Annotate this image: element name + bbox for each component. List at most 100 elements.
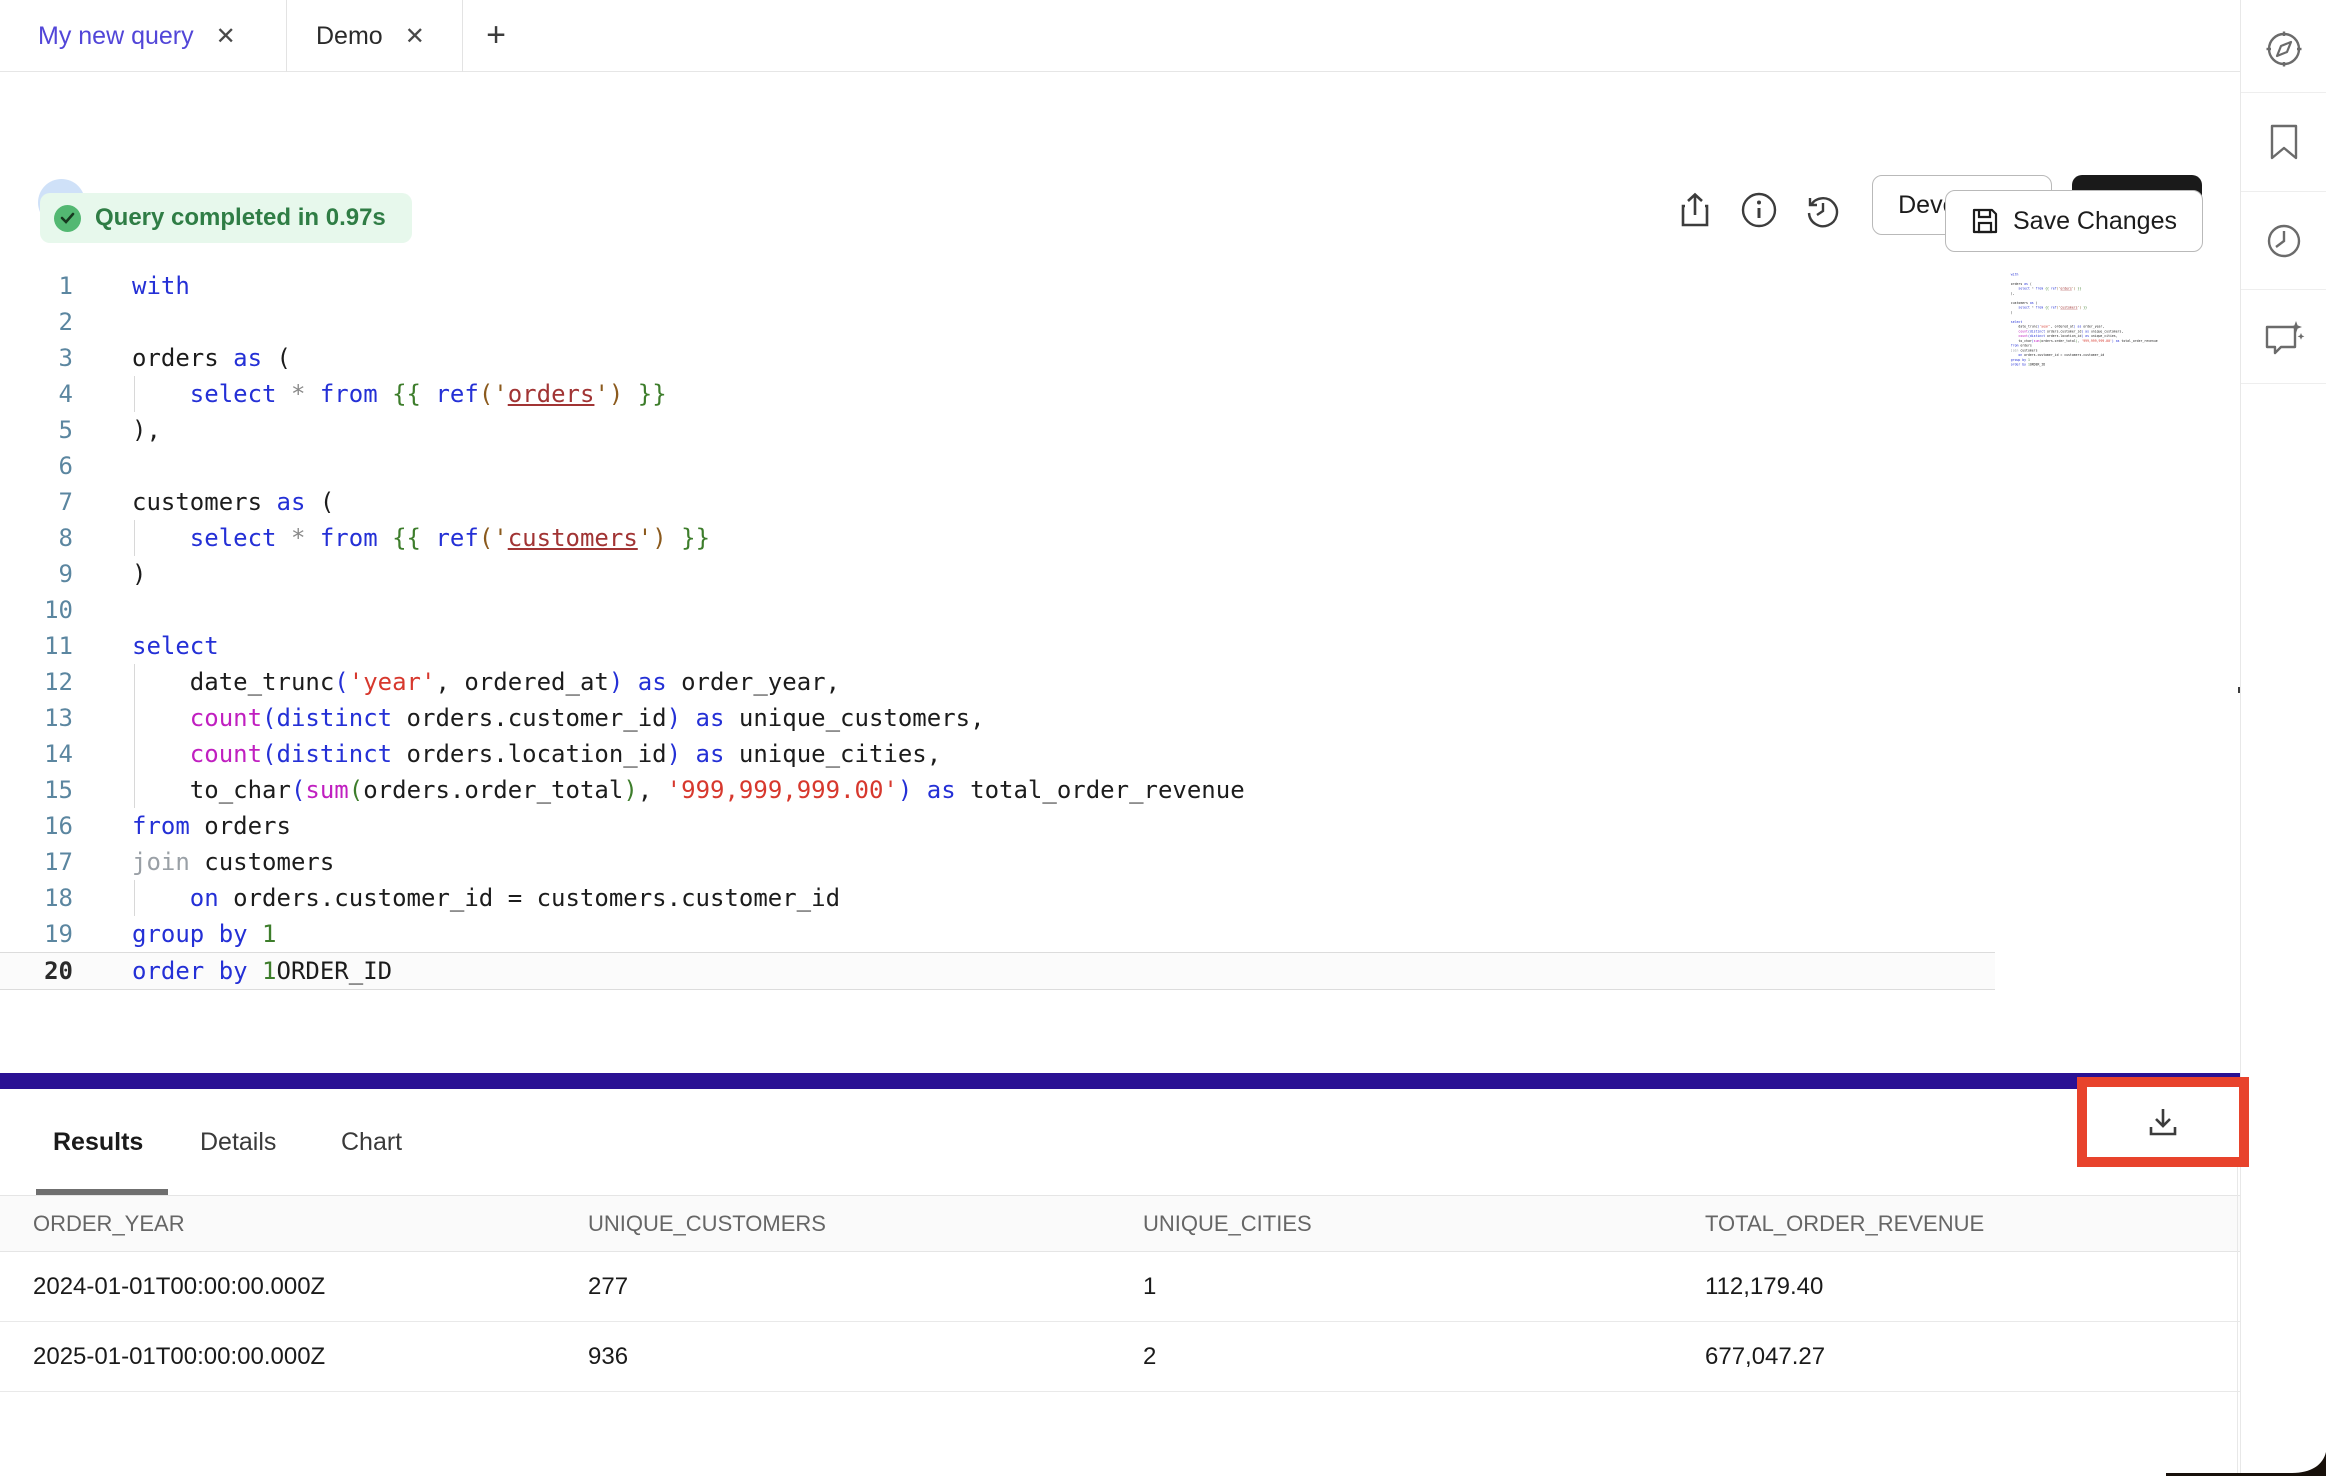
- code-lines: 1with23orders as (4 select * from {{ ref…: [0, 268, 2240, 990]
- table-cell: 936: [555, 1322, 1110, 1391]
- download-icon: [2146, 1105, 2180, 1139]
- code-editor[interactable]: 1with23orders as (4 select * from {{ ref…: [0, 268, 2240, 990]
- line-number: 20: [0, 953, 73, 989]
- tab-demo[interactable]: Demo ✕: [286, 0, 462, 72]
- code-line-10[interactable]: 10: [0, 592, 2240, 628]
- share-icon: [1678, 191, 1712, 229]
- code-line-19[interactable]: 19group by 1: [0, 916, 2240, 952]
- line-number: 15: [0, 772, 73, 808]
- code-line-13[interactable]: 13 count(distinct orders.customer_id) as…: [0, 700, 2240, 736]
- table-cell: 1: [1110, 1252, 1672, 1321]
- line-number: 3: [0, 340, 73, 376]
- line-number: 7: [0, 484, 73, 520]
- close-icon[interactable]: ✕: [405, 22, 425, 51]
- tab-divider: [462, 0, 463, 72]
- code-line-4[interactable]: 4 select * from {{ ref('orders') }}: [0, 376, 2240, 412]
- table-cell: 2: [1110, 1322, 1672, 1391]
- info-icon: [1740, 191, 1778, 229]
- history-icon: [1804, 191, 1842, 229]
- code-line-17[interactable]: 17join customers: [0, 844, 2240, 880]
- table-body: 2024-01-01T00:00:00.000Z2771112,179.4020…: [0, 1252, 2240, 1392]
- code-line-2[interactable]: 2: [0, 304, 2240, 340]
- line-number: 9: [0, 556, 73, 592]
- tab-details[interactable]: Details: [200, 1089, 276, 1196]
- line-number: 11: [0, 628, 73, 664]
- code-line-5[interactable]: 5),: [0, 412, 2240, 448]
- download-button[interactable]: [2087, 1087, 2239, 1157]
- code-line-6[interactable]: 6: [0, 448, 2240, 484]
- bookmark-icon: [2268, 123, 2300, 161]
- close-icon[interactable]: ✕: [216, 22, 236, 51]
- new-tab-button[interactable]: +: [478, 18, 514, 54]
- plus-icon: +: [486, 16, 506, 54]
- tab-my-new-query[interactable]: My new query ✕: [0, 0, 286, 72]
- line-number: 10: [0, 592, 73, 628]
- table-cell: 112,179.40: [1672, 1252, 2240, 1321]
- line-number: 14: [0, 736, 73, 772]
- info-button[interactable]: [1737, 188, 1781, 232]
- chat-sparkles-icon: [2263, 319, 2305, 359]
- code-line-12[interactable]: 12 date_trunc('year', ordered_at) as ord…: [0, 664, 2240, 700]
- table-row[interactable]: 2024-01-01T00:00:00.000Z2771112,179.40: [0, 1252, 2240, 1322]
- right-sidebar: [2240, 0, 2326, 1476]
- table-cell: 277: [555, 1252, 1110, 1321]
- tab-label: Demo: [316, 22, 383, 51]
- table-cell: 677,047.27: [1672, 1322, 2240, 1391]
- save-changes-button[interactable]: Save Changes: [1945, 190, 2203, 252]
- tab-bar: My new query ✕ Demo ✕ +: [0, 0, 2240, 72]
- clock-icon: [2264, 221, 2304, 261]
- code-line-11[interactable]: 11select: [0, 628, 2240, 664]
- line-number: 4: [0, 376, 73, 412]
- compass-icon: [2264, 29, 2304, 69]
- status-badge: Query completed in 0.97s: [40, 193, 412, 243]
- results-tab-bar: Results Details Chart: [0, 1089, 2240, 1196]
- code-line-20[interactable]: 20order by 1ORDER_ID: [0, 952, 1995, 990]
- column-header: ORDER_YEAR: [0, 1196, 555, 1251]
- sidebar-item-bookmarks[interactable]: [2241, 93, 2326, 191]
- code-line-1[interactable]: 1with: [0, 268, 2240, 304]
- code-minimap[interactable]: withorders as ( select * from {{ ref('or…: [2003, 272, 2201, 367]
- check-icon: [54, 205, 81, 232]
- line-number: 16: [0, 808, 73, 844]
- window-corner: [2166, 1452, 2326, 1476]
- sidebar-item-explore[interactable]: [2241, 0, 2326, 98]
- table-cell: 2025-01-01T00:00:00.000Z: [0, 1322, 555, 1391]
- column-header: TOTAL_ORDER_REVENUE: [1672, 1196, 2240, 1251]
- line-number: 13: [0, 700, 73, 736]
- table-cell: 2024-01-01T00:00:00.000Z: [0, 1252, 555, 1321]
- line-number: 8: [0, 520, 73, 556]
- section-divider[interactable]: [0, 1073, 2240, 1089]
- line-number: 5: [0, 412, 73, 448]
- code-line-3[interactable]: 3orders as (: [0, 340, 2240, 376]
- active-tab-underline: [36, 1189, 168, 1195]
- tab-chart[interactable]: Chart: [341, 1089, 402, 1196]
- query-header: MS Your query Develop: [0, 72, 2240, 170]
- table-row[interactable]: 2025-01-01T00:00:00.000Z9362677,047.27: [0, 1322, 2240, 1392]
- line-number: 6: [0, 448, 73, 484]
- code-line-15[interactable]: 15 to_char(sum(orders.order_total), '999…: [0, 772, 2240, 808]
- code-line-18[interactable]: 18 on orders.customer_id = customers.cus…: [0, 880, 2240, 916]
- share-button[interactable]: [1673, 188, 1717, 232]
- code-line-8[interactable]: 8 select * from {{ ref('customers') }}: [0, 520, 2240, 556]
- line-number: 2: [0, 304, 73, 340]
- code-line-20: order by 1ORDER_ID: [2003, 362, 2201, 367]
- annotation-box: [2077, 1077, 2249, 1167]
- code-line-9[interactable]: 9): [0, 556, 2240, 592]
- results-table: ORDER_YEARUNIQUE_CUSTOMERSUNIQUE_CITIEST…: [0, 1196, 2240, 1392]
- sidebar-item-history[interactable]: [2241, 192, 2326, 290]
- minimap-lines: withorders as ( select * from {{ ref('or…: [2003, 272, 2201, 367]
- sidebar-item-ai-chat[interactable]: [2241, 290, 2326, 388]
- save-label: Save Changes: [2013, 207, 2177, 236]
- sidebar-divider: [2241, 383, 2326, 384]
- line-number: 19: [0, 916, 73, 952]
- tab-results[interactable]: Results: [53, 1089, 143, 1196]
- column-header: UNIQUE_CUSTOMERS: [555, 1196, 1110, 1251]
- save-icon: [1971, 207, 1999, 235]
- line-number: 1: [0, 268, 73, 304]
- status-message: Query completed in 0.97s: [95, 204, 386, 232]
- code-line-16[interactable]: 16from orders: [0, 808, 2240, 844]
- code-line-7[interactable]: 7customers as (: [0, 484, 2240, 520]
- history-button[interactable]: [1801, 188, 1845, 232]
- line-number: 17: [0, 844, 73, 880]
- code-line-14[interactable]: 14 count(distinct orders.location_id) as…: [0, 736, 2240, 772]
